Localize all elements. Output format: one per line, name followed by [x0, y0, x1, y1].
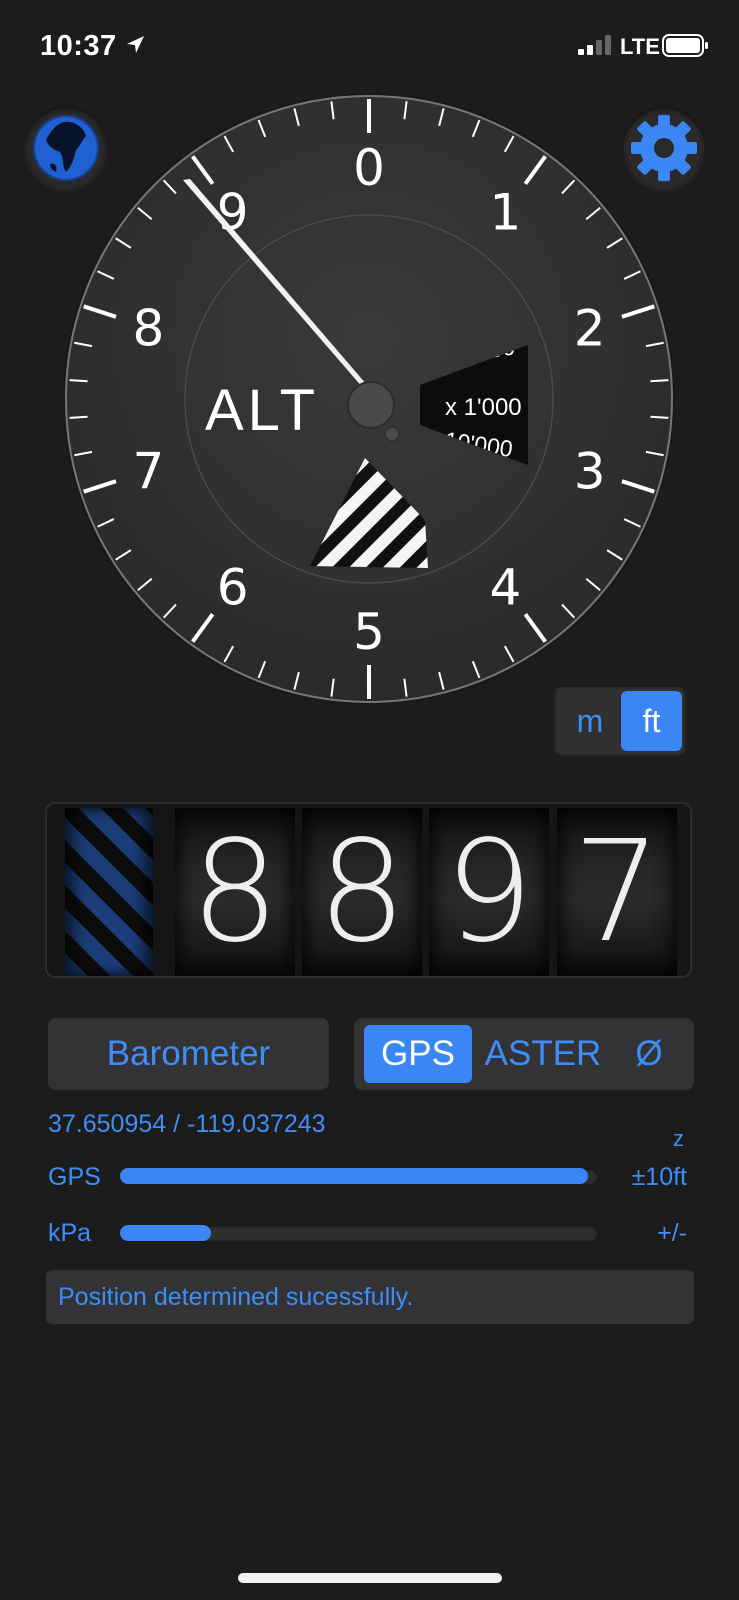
settings-button[interactable] — [622, 106, 706, 190]
needle-pin — [384, 426, 400, 442]
dial-number: 2 — [574, 299, 606, 357]
gps-label: GPS — [48, 1163, 101, 1191]
dial-number: 6 — [217, 559, 249, 617]
counter-digit: 8 — [302, 808, 422, 976]
altitude-counter: 8 8 9 7 — [45, 802, 692, 978]
unit-feet-option[interactable]: ft — [621, 691, 682, 751]
globe-button[interactable] — [24, 106, 108, 190]
barometer-button[interactable]: Barometer — [48, 1018, 329, 1090]
source-aster-option[interactable]: ASTER — [482, 1025, 604, 1083]
dial-number: 7 — [132, 443, 164, 501]
dial-minor-tick — [69, 379, 88, 383]
unit-meters-option[interactable]: m — [560, 691, 620, 751]
dial-minor-tick — [69, 415, 88, 419]
dial-number: 0 — [353, 139, 385, 197]
counter-stripe-drum — [65, 808, 153, 976]
home-indicator[interactable] — [238, 1573, 502, 1583]
dial-number: 4 — [489, 559, 521, 617]
dial-label: ALT — [205, 378, 319, 443]
pressure-fill — [120, 1225, 211, 1241]
dial-number: 3 — [574, 443, 606, 501]
dial-minor-tick — [650, 379, 669, 383]
needle-hub — [347, 381, 395, 429]
dial-number: 1 — [489, 183, 521, 241]
gear-icon — [631, 115, 697, 181]
pressure-value: +/- — [657, 1219, 687, 1247]
gps-accuracy-fill — [120, 1168, 589, 1184]
gps-accuracy-bar — [120, 1168, 598, 1184]
status-message: Position determined sucessfully. — [46, 1270, 694, 1324]
counter-digit: 7 — [557, 808, 677, 976]
source-none-option[interactable]: Ø — [622, 1025, 676, 1083]
gps-accuracy-value: ±10ft — [631, 1163, 687, 1191]
counter-digit: 8 — [175, 808, 295, 976]
globe-icon — [33, 115, 99, 181]
z-label: z — [673, 1126, 684, 1151]
source-gps-option[interactable]: GPS — [364, 1025, 472, 1083]
dial-minor-tick — [650, 415, 669, 419]
dial-number: 8 — [132, 299, 164, 357]
pressure-bar — [120, 1225, 598, 1241]
multiplier-1000: x 1'000 — [445, 394, 522, 421]
kpa-label: kPa — [48, 1219, 92, 1247]
coordinates: 37.650954 / -119.037243 — [48, 1110, 326, 1138]
dial-number: 5 — [353, 603, 385, 661]
unit-toggle: m ft — [553, 684, 687, 756]
counter-digit: 9 — [429, 808, 549, 976]
altitude-source-segmented-control: GPS ASTER Ø — [354, 1018, 694, 1090]
